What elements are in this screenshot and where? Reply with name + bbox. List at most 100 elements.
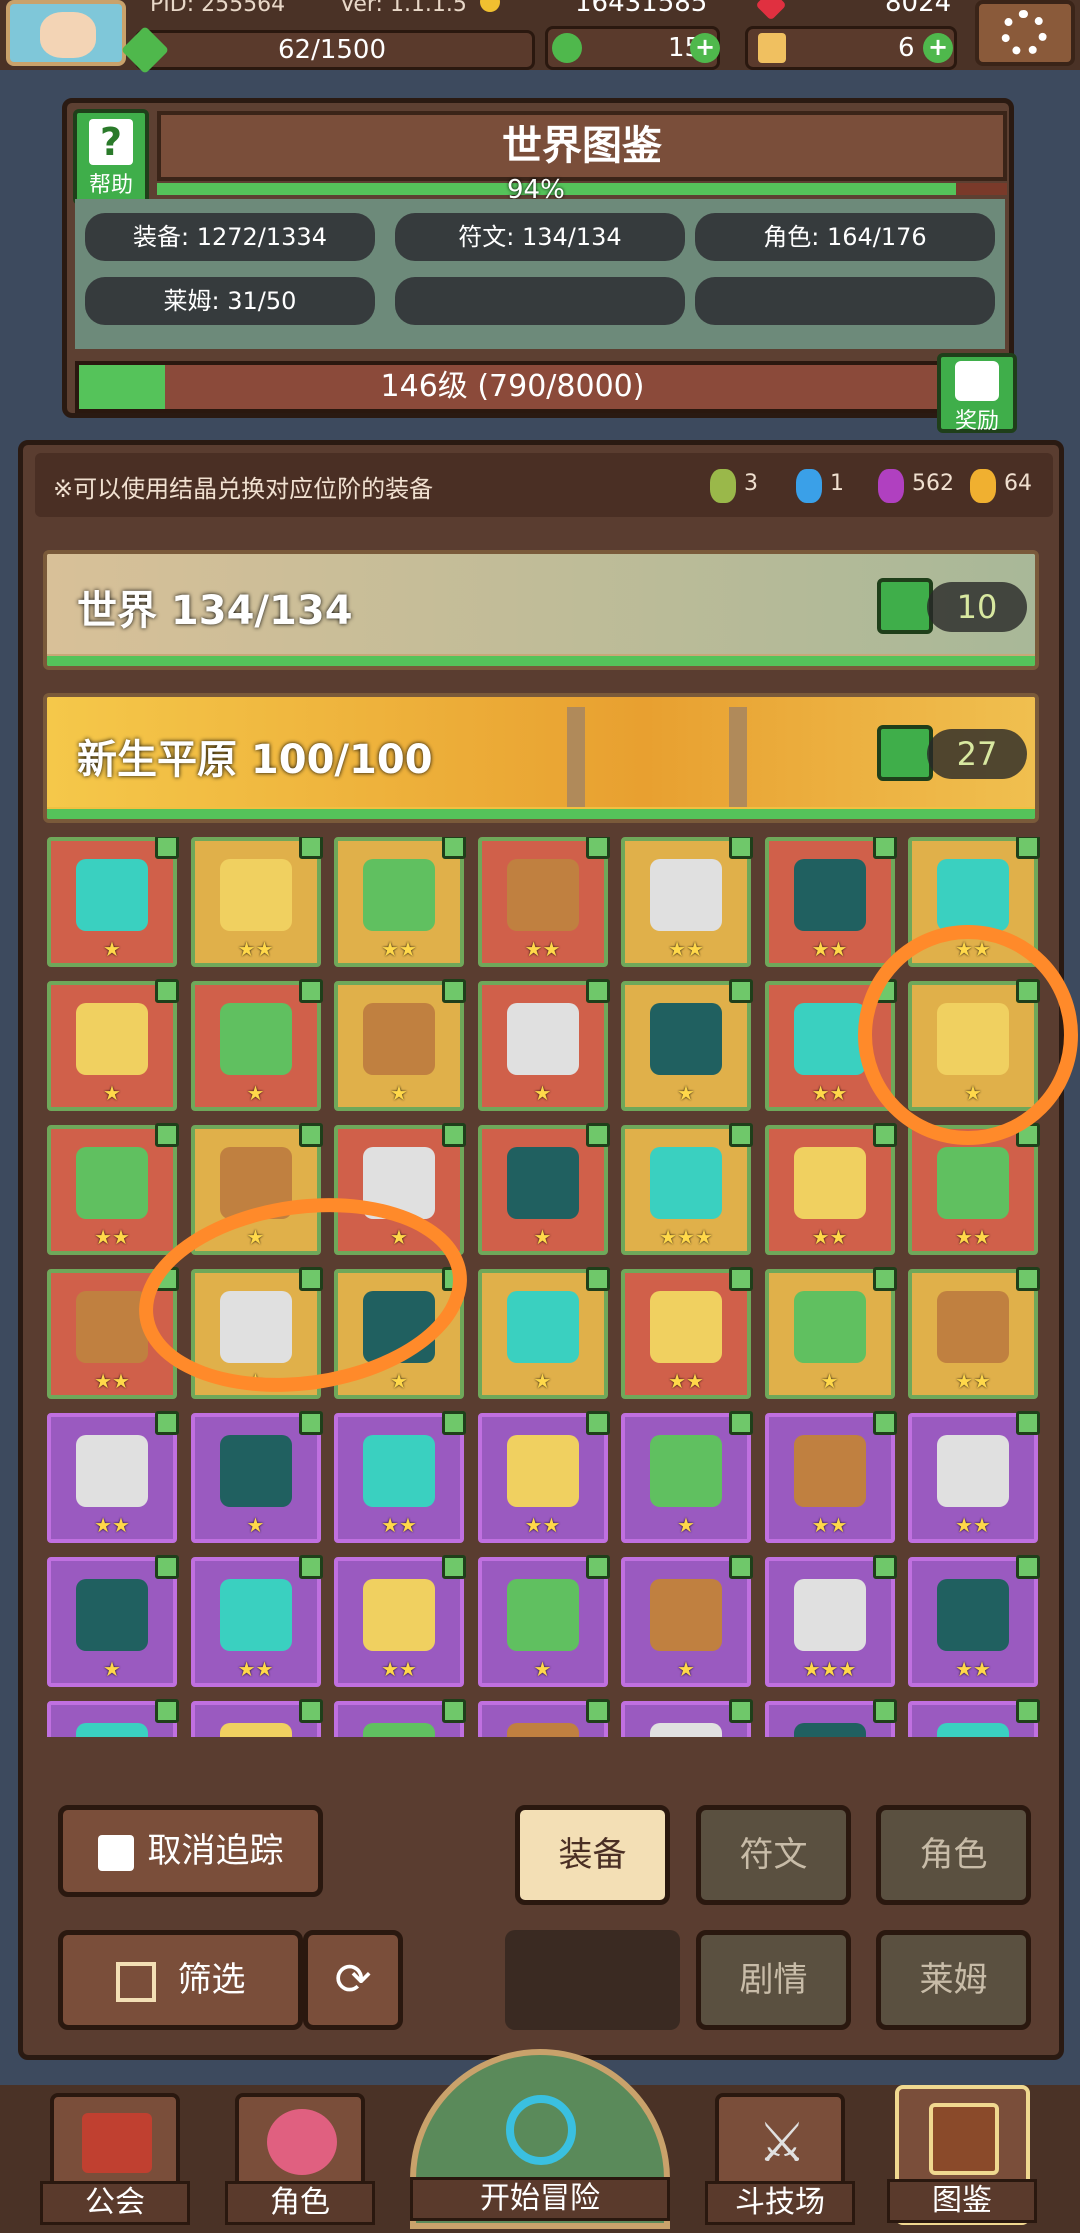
help-button[interactable]: ? 帮助 (73, 109, 149, 205)
nav-start-adventure[interactable]: 开始冒险 (410, 2049, 670, 2229)
equipment-cell[interactable]: ★★ (764, 1123, 897, 1255)
nav-characters[interactable]: 角色 (225, 2093, 375, 2225)
equipment-cell[interactable]: ★ (47, 837, 179, 967)
nav-arena[interactable]: ⚔ 斗技场 (705, 2093, 855, 2225)
tracked-flag-icon (1016, 837, 1040, 859)
exp-text: 62/1500 (278, 35, 387, 65)
tab-story[interactable]: 剧情 (696, 1930, 851, 2030)
gold-crystal-count: 64 (1004, 471, 1032, 496)
equipment-cell[interactable]: ★★ (621, 1267, 753, 1399)
equipment-cell[interactable] (47, 1699, 179, 1737)
equipment-cell[interactable]: ★★ (190, 1555, 323, 1687)
equipment-cell[interactable] (334, 1699, 466, 1737)
exp-bar: 62/1500 (120, 25, 535, 75)
equipment-cell[interactable]: ★ (47, 1555, 179, 1687)
tab-slime[interactable]: 莱姆 (876, 1930, 1031, 2030)
equipment-cell[interactable]: ★★ (47, 1411, 179, 1543)
equipment-cell[interactable]: ★★★ (621, 1123, 753, 1255)
equipment-cell[interactable]: ★★ (47, 1123, 179, 1255)
guild-icon (82, 2113, 152, 2173)
equipment-cell[interactable]: ★★ (908, 1267, 1040, 1399)
equipment-cell[interactable] (477, 1699, 610, 1737)
tracked-flag-icon (298, 979, 323, 1003)
equipment-cell[interactable]: ★ (47, 979, 179, 1111)
add-clover-button[interactable]: + (690, 33, 720, 63)
notice-text: ※可以使用结晶兑换对应位阶的装备 (53, 475, 434, 503)
settings-button[interactable] (975, 0, 1075, 66)
player-avatar[interactable] (6, 0, 126, 66)
equipment-icon (937, 1147, 1009, 1219)
stat-empty-slot (395, 277, 685, 325)
equipment-icon (506, 1003, 579, 1075)
equipment-cell[interactable]: ★ (190, 979, 323, 1111)
star-rating: ★ (390, 1081, 408, 1105)
nav-guild[interactable]: 公会 (40, 2093, 190, 2225)
equipment-cell[interactable] (908, 1699, 1040, 1737)
tab-equipment[interactable]: 装备 (515, 1805, 670, 1905)
equipment-cell[interactable]: ★ (621, 1555, 753, 1687)
equipment-cell[interactable]: ★★ (334, 837, 466, 967)
equipment-cell[interactable]: ★★ (334, 1555, 466, 1687)
tracked-flag-icon (585, 1699, 610, 1723)
equipment-cell[interactable]: ★★ (477, 1411, 610, 1543)
equipment-cell[interactable]: ★★ (764, 837, 897, 967)
filter-button[interactable]: 筛选 (58, 1930, 303, 2030)
equipment-cell[interactable]: ★ (334, 979, 466, 1111)
reward-button[interactable]: 奖励 (937, 353, 1017, 434)
equipment-icon (650, 1003, 722, 1075)
equipment-cell[interactable] (190, 1699, 323, 1737)
region-banner[interactable]: 新生平原 100/100 27 (43, 693, 1039, 823)
add-bag-button[interactable]: + (923, 33, 953, 63)
green-crystal-count: 3 (744, 471, 758, 496)
tracked-flag-icon (1016, 1267, 1040, 1291)
star-rating: ★★ (811, 1513, 848, 1537)
equipment-cell[interactable] (764, 1699, 897, 1737)
top-status-bar: PID: 255564 Ver: 1.1.1.5 16431585 8024 6… (0, 0, 1080, 75)
equipment-cell[interactable]: ★★ (908, 1555, 1040, 1687)
world-banner[interactable]: 世界 134/134 10 (43, 550, 1039, 670)
tracked-flag-icon (442, 837, 466, 859)
equipment-cell[interactable]: ★ (764, 1267, 897, 1399)
equipment-icon (219, 859, 292, 931)
star-rating: ★★ (237, 1657, 274, 1681)
equipment-cell[interactable]: ★★ (621, 837, 753, 967)
equipment-cell[interactable]: ★★ (190, 837, 323, 967)
untrack-button[interactable]: 取消追踪 (58, 1805, 323, 1897)
tab-runes[interactable]: 符文 (696, 1805, 851, 1905)
equipment-icon (650, 1435, 722, 1507)
equipment-cell[interactable]: ★★ (334, 1411, 466, 1543)
equipment-cell[interactable]: ★★ (908, 1411, 1040, 1543)
equipment-cell[interactable]: ★ (477, 979, 610, 1111)
equipment-cell[interactable]: ★ (621, 1411, 753, 1543)
equipment-cell[interactable]: ★ (477, 1555, 610, 1687)
star-rating: ★ (103, 1657, 121, 1681)
highlight-circle (858, 925, 1078, 1145)
region-banner-label: 新生平原 100/100 (77, 737, 433, 783)
equipment-cell[interactable] (621, 1699, 753, 1737)
equipment-cell[interactable]: ★★ (477, 837, 610, 967)
equipment-cell[interactable]: ★ (190, 1411, 323, 1543)
tracked-flag-icon (298, 1555, 323, 1579)
tracked-flag-icon (1016, 1411, 1040, 1435)
star-rating: ★ (533, 1225, 552, 1249)
equipment-cell[interactable]: ★ (621, 979, 753, 1111)
reward-icon (955, 361, 999, 401)
star-rating: ★★ (94, 1369, 130, 1393)
equipment-cell[interactable]: ★★ (764, 1411, 897, 1543)
equipment-cell[interactable]: ★ (477, 1123, 610, 1255)
equipment-cell[interactable]: ★ (477, 1267, 610, 1399)
equipment-icon (76, 1147, 148, 1219)
atlas-level-bar: 146级 (790/8000) (75, 361, 950, 413)
equipment-cell[interactable]: ★★★ (764, 1555, 897, 1687)
nav-characters-label: 角色 (225, 2181, 375, 2225)
refresh-button[interactable]: ⟳ (303, 1930, 403, 2030)
nav-atlas[interactable]: 图鉴 (887, 2085, 1037, 2225)
star-rating: ★ (103, 1081, 121, 1105)
tracked-flag-icon (729, 1123, 753, 1147)
equipment-icon (650, 1291, 722, 1363)
atlas-progress-track (157, 183, 1007, 195)
equipment-icon (363, 1579, 435, 1651)
star-rating: ★ (246, 1081, 265, 1105)
tab-characters[interactable]: 角色 (876, 1805, 1031, 1905)
tracked-flag-icon (1016, 1699, 1040, 1723)
